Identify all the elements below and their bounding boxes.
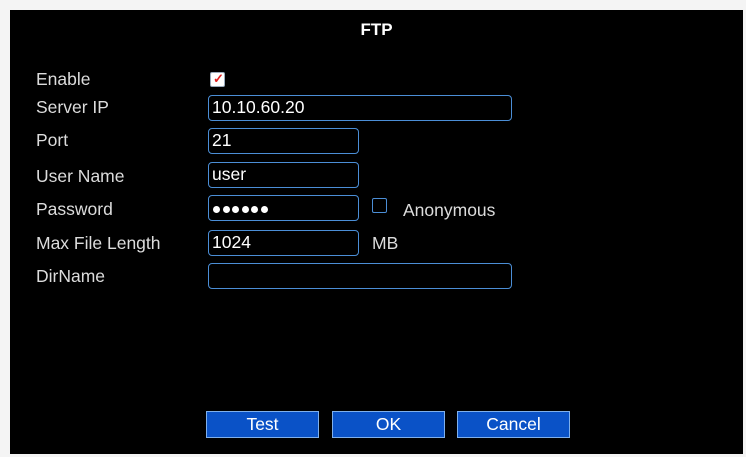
anonymous-label: Anonymous [403,200,496,220]
user-name-label: User Name [36,166,125,186]
anonymous-checkbox[interactable] [372,198,387,213]
enable-label: Enable [36,69,91,89]
password-dot [222,206,230,213]
password-dot [241,206,249,213]
cancel-button[interactable]: Cancel [457,411,570,438]
server-ip-label: Server IP [36,97,109,117]
user-name-field[interactable]: user [208,162,359,188]
max-file-length-unit: MB [372,233,399,253]
checkmark-icon: ✓ [213,71,224,86]
password-dot [213,206,220,213]
password-dot [232,206,239,213]
port-field[interactable]: 21 [208,128,359,154]
dialog-title: FTP [360,20,393,39]
test-button[interactable]: Test [206,411,319,438]
dir-name-field[interactable] [208,263,512,289]
password-label: Password [36,199,113,219]
password-dot [260,206,268,213]
max-file-length-field[interactable]: 1024 [208,230,359,256]
dir-name-label: DirName [36,266,106,286]
password-field[interactable] [208,195,359,221]
ok-button[interactable]: OK [332,411,445,438]
server-ip-field[interactable]: 10.10.60.20 [208,95,512,121]
password-mask [213,206,268,213]
enable-checkbox[interactable]: ✓ [210,72,225,87]
max-file-length-label: Max File Length [36,233,161,253]
port-label: Port [36,130,69,150]
ftp-dialog: FTP Enable ✓ Server IP 10.10.60.20 Port … [10,10,743,454]
password-dot [251,206,258,213]
